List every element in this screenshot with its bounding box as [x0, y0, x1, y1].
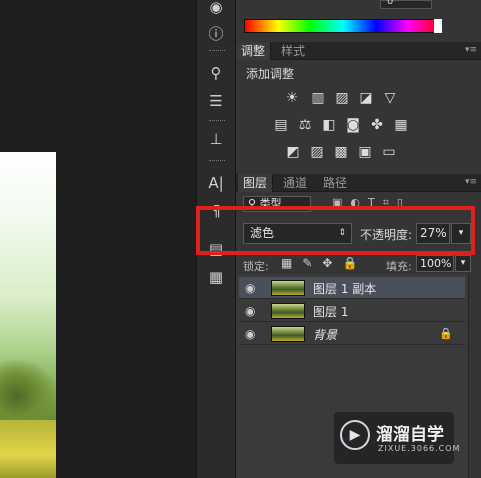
layers-menu-icon[interactable]: ▾≡ — [465, 177, 477, 187]
layer-thumbnail — [271, 303, 305, 319]
notes-icon[interactable]: ▦ — [205, 266, 227, 288]
layer-name: 图层 1 — [313, 305, 349, 319]
visibility-eye-icon[interactable]: ◉ — [245, 304, 255, 318]
spectrum-white-swatch[interactable] — [434, 19, 442, 33]
channel-mixer-icon[interactable]: ✤ — [368, 117, 386, 133]
layer-name: 背景 — [313, 328, 338, 342]
gradient-map-icon[interactable]: ▭ — [380, 144, 398, 160]
black-white-icon[interactable]: ◧ — [320, 117, 338, 133]
watermark-title: 溜溜自学 — [376, 425, 444, 445]
color-value-text: 0 — [387, 0, 394, 7]
levels-icon[interactable]: ▥ — [309, 90, 327, 106]
layers-tabbar: 图层 通道 路径 ▾≡ — [236, 174, 481, 192]
invert-icon[interactable]: ◩ — [284, 144, 302, 160]
fill-input[interactable]: 100% — [416, 255, 454, 272]
play-logo-icon: ▶ — [340, 420, 370, 450]
tab-layers[interactable]: 图层 — [238, 174, 274, 192]
color-lookup-icon[interactable]: ▦ — [392, 117, 410, 133]
layer-row-copy[interactable]: ◉ 图层 1 副本 — [239, 277, 465, 299]
panel-menu-icon[interactable]: ▾≡ — [465, 45, 477, 55]
layer-row-layer1[interactable]: ◉ 图层 1 — [239, 300, 465, 322]
clone-source-icon[interactable]: ⊥ — [205, 128, 227, 150]
watermark-url: ZIXUE.3066.COM — [378, 444, 461, 453]
adjustments-tabbar: 调整 样式 ▾≡ — [236, 42, 481, 60]
layer-thumbnail — [271, 326, 305, 342]
color-value-field[interactable]: 0 — [380, 0, 432, 9]
color-balance-icon[interactable]: ⚖ — [296, 117, 314, 133]
photo-flowers — [0, 420, 56, 478]
layer-name: 图层 1 副本 — [313, 282, 377, 296]
fill-label: 填充: — [386, 260, 412, 273]
color-spectrum[interactable] — [244, 19, 442, 33]
watermark: ▶ 溜溜自学 ZIXUE.3066.COM — [334, 412, 459, 464]
photo-filter-icon[interactable]: ◙ — [344, 117, 362, 133]
lock-icon: 🔒 — [439, 327, 453, 340]
threshold-icon[interactable]: ▩ — [332, 144, 350, 160]
vibrance-icon[interactable]: ▽ — [381, 90, 399, 106]
visibility-eye-icon[interactable]: ◉ — [245, 327, 255, 341]
curves-icon[interactable]: ▨ — [333, 90, 351, 106]
lock-icons[interactable]: ▦✎✥🔒 — [281, 256, 367, 270]
panel-grip[interactable] — [209, 50, 225, 53]
layer-thumbnail — [271, 280, 305, 296]
highlight-box — [196, 206, 475, 255]
hue-saturation-icon[interactable]: ▤ — [272, 117, 290, 133]
brushes-icon[interactable]: ⚲ — [205, 62, 227, 84]
exposure-icon[interactable]: ◪ — [357, 90, 375, 106]
tab-styles[interactable]: 样式 — [276, 42, 310, 60]
visibility-eye-icon[interactable]: ◉ — [245, 281, 255, 295]
tab-channels[interactable]: 通道 — [278, 174, 312, 192]
character-icon[interactable]: A| — [205, 172, 227, 194]
brush-settings-icon[interactable]: ☰ — [205, 90, 227, 112]
layer-row-background[interactable]: ◉ 背景 🔒 — [239, 323, 465, 345]
fill-slider-button[interactable]: ▾ — [455, 255, 471, 272]
lock-label: 锁定: — [243, 260, 269, 273]
info-icon[interactable]: ⓘ — [205, 22, 227, 44]
posterize-icon[interactable]: ▨ — [308, 144, 326, 160]
panel-grip-3[interactable] — [209, 160, 225, 163]
photo-trees — [0, 360, 56, 420]
panel-grip-2[interactable] — [209, 120, 225, 123]
tab-adjustments[interactable]: 调整 — [236, 42, 272, 60]
add-adjustment-label: 添加调整 — [246, 67, 295, 81]
tab-paths[interactable]: 路径 — [318, 174, 352, 192]
selective-color-icon[interactable]: ▣ — [356, 144, 374, 160]
color-icon[interactable]: ◉ — [205, 0, 227, 18]
brightness-icon[interactable]: ☀ — [283, 90, 301, 106]
